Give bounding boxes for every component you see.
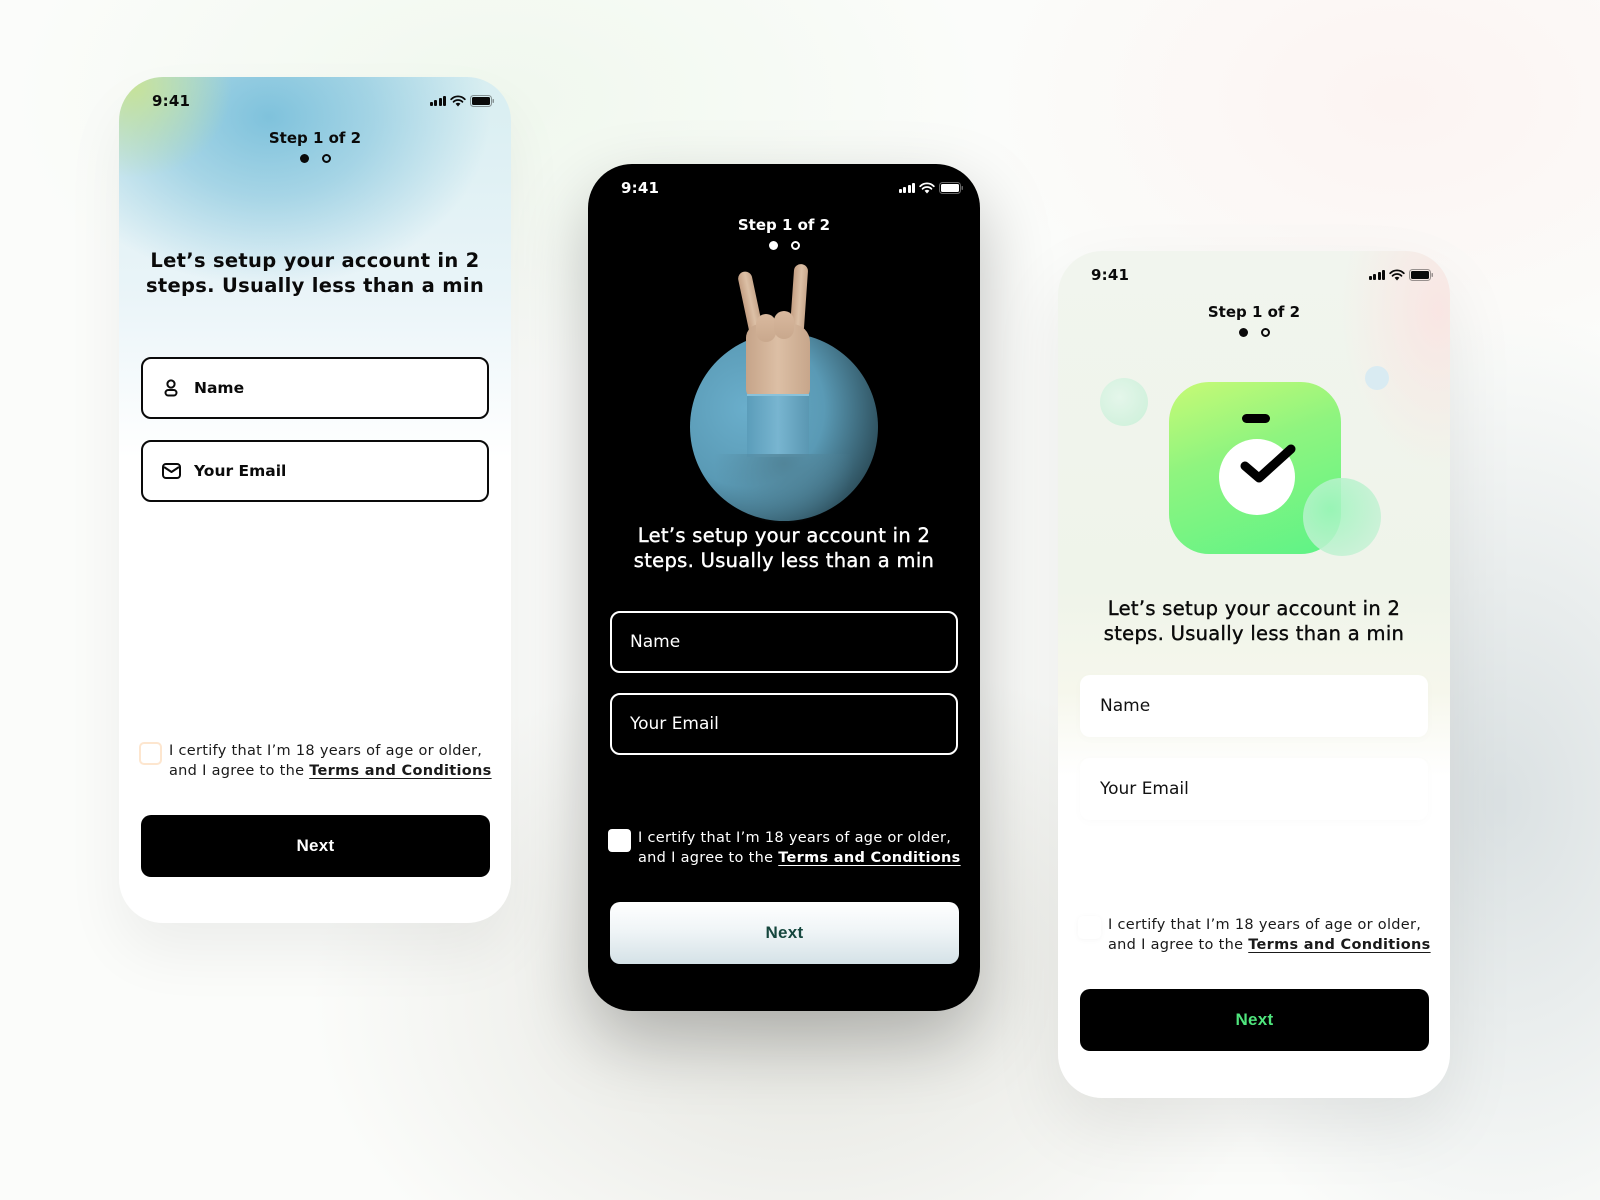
page-headline: Let’s setup your account in 2 steps. Usu… <box>633 524 935 572</box>
cellular-signal-icon <box>429 96 446 106</box>
hand-knuckle <box>774 311 794 339</box>
email-input[interactable]: Your Email <box>1080 758 1428 820</box>
step-indicator <box>119 154 511 163</box>
consent-text: I certify that I’m 18 years of age or ol… <box>1108 917 1431 953</box>
terms-link[interactable]: Terms and Conditions <box>309 763 491 779</box>
email-placeholder: Your Email <box>630 714 719 734</box>
terms-link[interactable]: Terms and Conditions <box>1248 937 1430 953</box>
email-input[interactable]: Your Email <box>610 693 958 755</box>
email-placeholder: Your Email <box>194 462 287 480</box>
step-label: Step 1 of 2 <box>268 129 362 147</box>
status-bar: 9:41 <box>119 77 511 127</box>
age-consent: I certify that I’m 18 years of age or ol… <box>139 741 497 781</box>
consent-checkbox[interactable] <box>608 829 631 852</box>
rock-hand-illustration <box>664 263 904 534</box>
decorative-bubble <box>1100 378 1148 426</box>
age-consent: I certify that I’m 18 years of age or ol… <box>1078 915 1436 955</box>
terms-link[interactable]: Terms and Conditions <box>778 850 960 866</box>
status-icons <box>898 182 965 194</box>
cellular-signal-icon <box>898 183 915 193</box>
decorative-bubble <box>1365 366 1389 390</box>
hand-sleeve <box>747 394 809 457</box>
consent-checkbox[interactable] <box>139 742 162 765</box>
email-input[interactable]: Your Email <box>141 440 489 502</box>
step-indicator <box>588 241 980 250</box>
name-placeholder: Name <box>1100 696 1151 716</box>
step-dot-inactive <box>321 154 331 163</box>
user-icon <box>161 378 181 398</box>
next-button[interactable]: Next <box>1080 989 1429 1051</box>
wifi-icon <box>919 182 935 194</box>
step-dot-active <box>299 154 309 163</box>
checkmark-icon <box>1240 444 1296 483</box>
status-time: 9:41 <box>621 179 660 197</box>
phone-screen-light: 9:41 Step 1 of 2 Let’s setup your accoun… <box>119 77 511 923</box>
name-placeholder: Name <box>194 379 245 397</box>
wifi-icon <box>450 95 466 107</box>
battery-icon <box>939 182 964 194</box>
status-icons <box>429 95 496 107</box>
stopwatch-check-illustration <box>1058 251 1450 591</box>
page-headline: Let’s setup your account in 2 steps. Usu… <box>145 249 485 297</box>
next-button[interactable]: Next <box>141 815 490 877</box>
mail-icon <box>161 461 181 481</box>
email-placeholder: Your Email <box>1100 779 1189 799</box>
stopwatch-button <box>1242 414 1270 423</box>
page-headline: Let’s setup your account in 2 steps. Usu… <box>1103 597 1405 645</box>
hand-knuckle <box>756 314 776 342</box>
next-button[interactable]: Next <box>610 902 959 964</box>
name-input[interactable]: Name <box>1080 675 1428 737</box>
step-dot-active <box>768 241 778 250</box>
consent-text: I certify that I’m 18 years of age or ol… <box>169 743 492 779</box>
decorative-bubble <box>1303 478 1381 556</box>
step-label: Step 1 of 2 <box>737 216 831 234</box>
age-consent: I certify that I’m 18 years of age or ol… <box>608 828 966 868</box>
name-input[interactable]: Name <box>141 357 489 419</box>
phone-screen-green: 9:41 Step 1 of 2 Let’s setup your accoun… <box>1058 251 1450 1098</box>
consent-checkbox[interactable] <box>1078 916 1101 939</box>
status-time: 9:41 <box>152 92 191 110</box>
step-dot-inactive <box>790 241 800 250</box>
name-placeholder: Name <box>630 632 681 652</box>
consent-text: I certify that I’m 18 years of age or ol… <box>638 830 961 866</box>
illustration-glow <box>664 454 904 534</box>
phone-screen-dark: 9:41 Step 1 of 2 Let’s setup your accoun… <box>588 164 980 1011</box>
name-input[interactable]: Name <box>610 611 958 673</box>
battery-icon <box>470 95 495 107</box>
status-bar: 9:41 <box>588 164 980 214</box>
